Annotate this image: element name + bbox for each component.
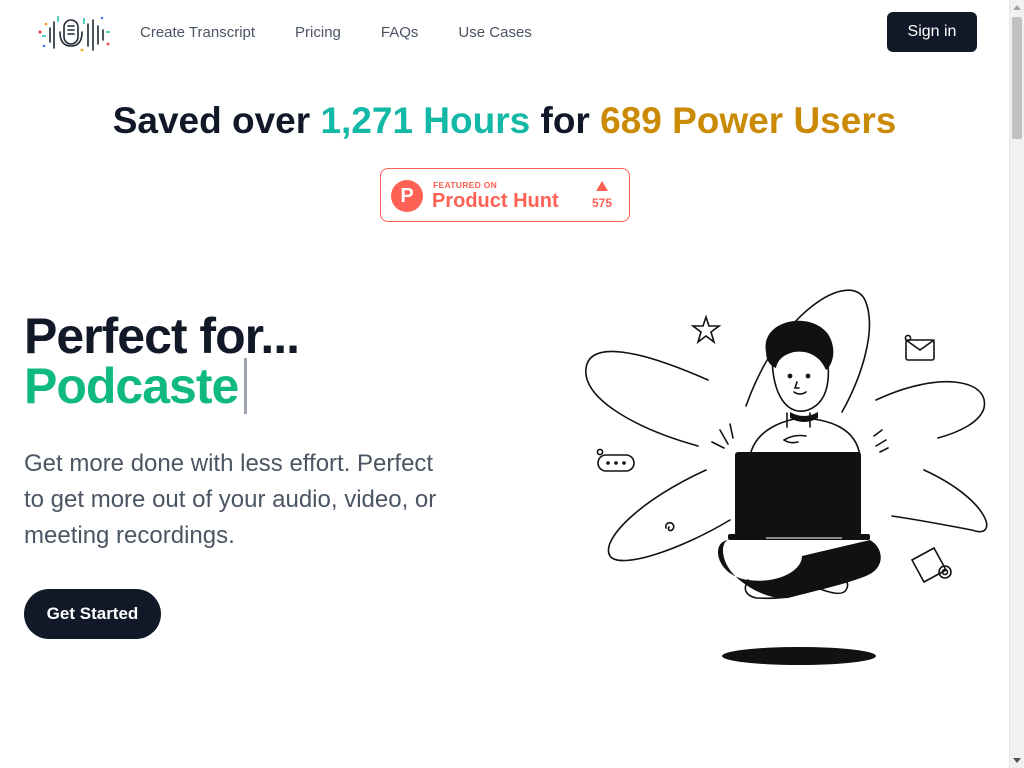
typing-cursor [244,358,248,414]
product-hunt-icon: P [391,180,423,212]
scrollbar-thumb[interactable] [1012,17,1022,139]
badge-vote-count: 575 [591,196,613,210]
stats-users: 689 Power Users [600,100,897,141]
badge-name: Product Hunt [432,190,559,212]
nav-use-cases[interactable]: Use Cases [458,24,531,41]
hero-typed-text: Podcaste [24,358,248,414]
stats-headline: Saved over 1,271 Hours for 689 Power Use… [0,100,1009,142]
page-scrollbar[interactable] [1009,0,1024,768]
badge-featured-label: FEATURED ON [433,180,498,190]
hero-description: Get more done with less effort. Perfect … [24,450,437,549]
upvote-icon [596,181,608,191]
stats-middle: for [540,100,590,141]
site-header: Create Transcript Pricing FAQs Use Cases… [0,0,1009,66]
product-hunt-badge[interactable]: P FEATURED ON Product Hunt 575 [380,168,630,222]
nav-faqs[interactable]: FAQs [381,24,419,41]
logo-icon[interactable] [36,10,112,56]
scroll-up-arrow-icon[interactable] [1013,5,1021,10]
person-laptop-illustration [585,289,988,665]
nav-create-transcript[interactable]: Create Transcript [140,24,255,41]
hero-title: Perfect for... [24,308,300,364]
scroll-down-arrow-icon[interactable] [1013,758,1021,763]
sign-in-button[interactable]: Sign in [887,12,977,52]
nav-pricing[interactable]: Pricing [295,24,341,41]
main-nav: Create Transcript Pricing FAQs Use Cases [140,24,532,41]
typed-word: Podcaste [24,358,239,414]
stats-prefix: Saved over [112,100,311,141]
stats-hours: 1,271 Hours [320,100,531,141]
get-started-button[interactable]: Get Started [24,589,161,639]
